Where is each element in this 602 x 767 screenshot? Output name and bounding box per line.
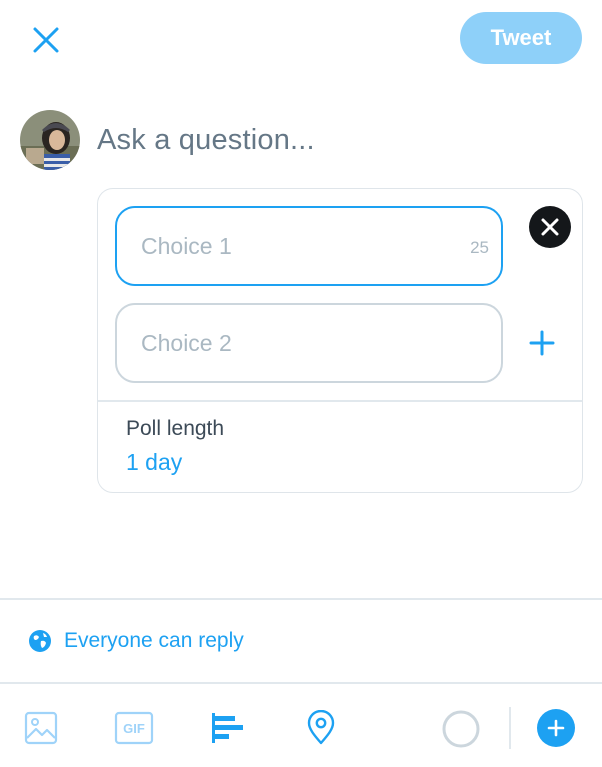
add-choice-button[interactable] <box>526 327 558 359</box>
add-image-button[interactable] <box>22 708 60 748</box>
question-input[interactable]: Ask a question... <box>97 118 557 162</box>
close-button[interactable] <box>28 22 64 58</box>
divider <box>0 598 602 600</box>
poll-button[interactable] <box>207 708 247 748</box>
add-gif-button[interactable]: GIF <box>114 708 154 748</box>
toolbar-divider <box>509 707 511 749</box>
image-icon <box>24 711 58 745</box>
gif-icon: GIF <box>114 711 154 745</box>
poll-divider <box>98 400 582 402</box>
avatar-image <box>20 110 80 170</box>
poll-card: Choice 1 25 Choice 2 Poll length 1 day <box>97 188 583 493</box>
poll-icon <box>212 713 243 743</box>
remove-poll-button[interactable] <box>529 206 571 248</box>
choice-2-placeholder: Choice 2 <box>141 329 232 356</box>
poll-length-value[interactable]: 1 day <box>126 449 182 476</box>
location-icon <box>307 710 335 745</box>
poll-length-label: Poll length <box>126 417 225 440</box>
character-count-ring <box>442 710 480 748</box>
gif-label: GIF <box>123 721 145 736</box>
choice-1-input[interactable]: Choice 1 25 <box>115 206 503 286</box>
globe-icon <box>29 630 51 652</box>
location-button[interactable] <box>302 708 340 748</box>
plus-icon <box>547 719 565 737</box>
close-icon <box>33 27 59 53</box>
divider <box>0 682 602 684</box>
close-icon <box>541 218 559 236</box>
choice-1-placeholder: Choice 1 <box>141 232 232 259</box>
reply-setting-button[interactable]: Everyone can reply <box>28 624 244 658</box>
compose-poll-screen: Tweet Ask a question... Choice 1 25 Choi… <box>0 0 602 767</box>
plus-icon <box>529 330 555 356</box>
avatar[interactable] <box>20 110 80 170</box>
tweet-button[interactable]: Tweet <box>460 12 582 64</box>
choice-1-char-count: 25 <box>470 238 489 257</box>
reply-setting-label: Everyone can reply <box>64 629 244 652</box>
add-tweet-button[interactable] <box>537 709 575 747</box>
choice-2-input[interactable]: Choice 2 <box>115 303 503 383</box>
